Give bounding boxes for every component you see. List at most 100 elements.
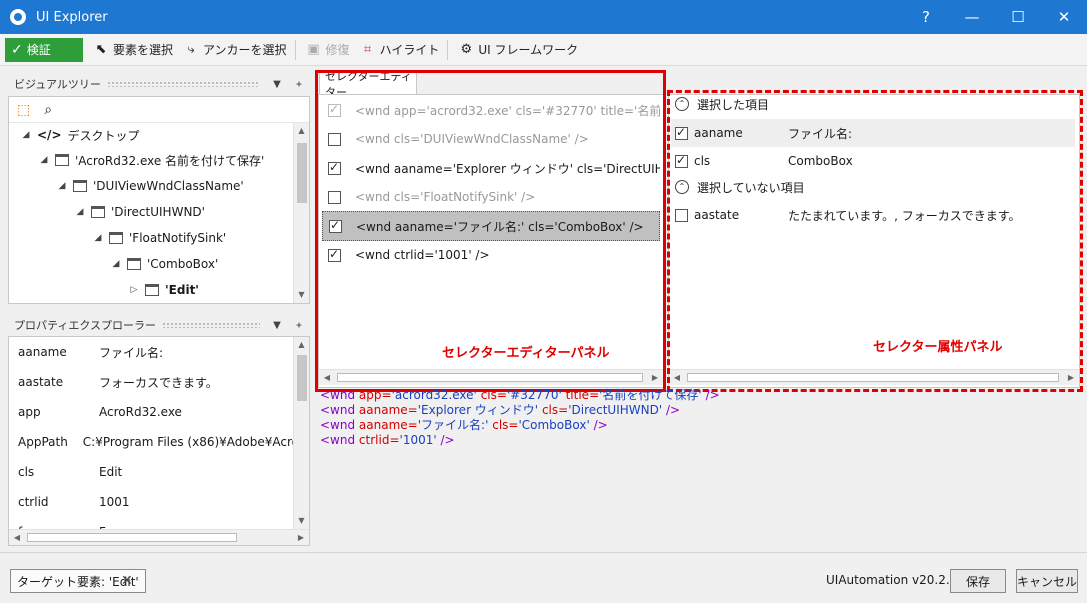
app-logo-icon — [10, 9, 26, 25]
scroll-left-icon[interactable]: ◀ — [9, 530, 25, 545]
drag-grip[interactable] — [162, 322, 260, 328]
preview-tag: <wnd — [320, 433, 356, 447]
preview-tag-end: /> — [593, 418, 608, 432]
collapse-arrow-icon[interactable]: ◢ — [19, 130, 33, 140]
property-row[interactable]: ctrlid 1001 — [9, 487, 299, 517]
collapse-arrow-icon[interactable]: ◢ — [55, 181, 69, 191]
ui-framework-button[interactable]: ⚙ UI フレームワーク — [458, 41, 579, 58]
pin-icon[interactable]: ᚐ — [288, 79, 310, 90]
minimize-button[interactable]: — — [949, 0, 995, 34]
preview-tag: <wnd — [320, 403, 356, 417]
close-button[interactable]: ✕ — [1041, 0, 1087, 34]
property-explorer-header: プロパティエクスプローラー ▼ ᚐ — [8, 315, 310, 335]
preview-tag-end: /> — [705, 388, 720, 402]
collapse-arrow-icon[interactable]: ◢ — [91, 233, 105, 243]
drag-grip[interactable] — [106, 81, 260, 87]
tree-node[interactable]: ◢ </> デスクトップ — [19, 123, 140, 147]
validate-button[interactable]: ✓ 検証 — [5, 37, 83, 62]
property-horizontal-scrollbar[interactable]: ◀ ▶ — [9, 529, 309, 545]
toolbar: ✓ 検証 ⬉ 要素を選択 ⤷ アンカーを選択 ▣ 修復 ⌗ ハイライト ⚙ UI… — [0, 34, 1087, 66]
scroll-thumb[interactable] — [297, 143, 307, 203]
visual-tree-tools: ⬚ ⌕ — [9, 97, 309, 123]
preview-tag-end: /> — [440, 433, 455, 447]
select-anchor-label: アンカーを選択 — [203, 43, 287, 57]
selector-preview[interactable]: <wnd app='acrord32.exe' cls='#32770' tit… — [320, 388, 1080, 448]
validate-label: 検証 — [26, 43, 51, 57]
tree-node[interactable]: ◢ 'FloatNotifySink' — [91, 226, 227, 250]
property-value: フォーカスできます。 — [99, 375, 218, 390]
tree-node-label: 'FloatNotifySink' — [129, 231, 227, 245]
preview-attr-name: title — [565, 388, 590, 402]
help-button[interactable]: ? — [903, 0, 949, 34]
preview-line: <wnd ctrlid='1001' /> — [320, 433, 455, 447]
target-refresh-icon[interactable]: ⬚ — [17, 102, 30, 118]
preview-attr-value: '#32770' — [506, 388, 562, 402]
tree-node[interactable]: ◢ 'DirectUIHWND' — [73, 200, 205, 224]
close-icon[interactable]: ✕ — [121, 573, 133, 589]
select-element-button[interactable]: ⬉ 要素を選択 — [93, 41, 173, 58]
scroll-down-icon[interactable]: ▼ — [294, 513, 309, 529]
save-button[interactable]: 保存 — [950, 569, 1006, 593]
window-icon — [91, 206, 105, 218]
highlight-label: ハイライト — [379, 43, 440, 57]
window-icon — [109, 232, 123, 244]
property-row[interactable]: aaname ファイル名: — [9, 337, 299, 367]
property-value: AcroRd32.exe — [99, 405, 182, 419]
select-anchor-button[interactable]: ⤷ アンカーを選択 — [183, 41, 287, 58]
selector-editor-highlight-box — [315, 70, 666, 392]
property-row[interactable]: AppPath C:¥Program Files (x86)¥Adobe¥Acro — [9, 427, 299, 457]
preview-tag-end: /> — [666, 403, 681, 417]
repair-button[interactable]: ▣ 修復 — [306, 41, 349, 58]
cancel-button[interactable]: キャンセル — [1016, 569, 1078, 593]
scroll-right-icon[interactable]: ▶ — [293, 530, 309, 545]
scroll-thumb[interactable] — [27, 533, 237, 542]
tree-node-label: デスクトップ — [67, 128, 140, 143]
repair-icon: ▣ — [307, 41, 320, 57]
preview-tag: <wnd — [320, 418, 356, 432]
pin-icon[interactable]: ᚐ — [288, 320, 310, 331]
property-row[interactable]: app AcroRd32.exe — [9, 397, 299, 427]
property-key: aaname — [18, 345, 67, 359]
gear-icon: ⚙ — [460, 41, 473, 57]
version-label: UIAutomation v20.2.0 — [826, 573, 958, 587]
property-vertical-scrollbar[interactable]: ▲ ▼ — [293, 337, 309, 529]
property-row[interactable]: cls Edit — [9, 457, 299, 487]
window-icon — [145, 284, 159, 296]
property-key: aastate — [18, 375, 64, 389]
preview-attr-value: 'ファイル名:' — [417, 418, 489, 432]
highlight-icon: ⌗ — [363, 41, 372, 57]
tree-node[interactable]: ◢ 'ComboBox' — [109, 252, 219, 276]
visual-tree-panel: ⬚ ⌕ ◢ </> デスクトップ ◢ 'AcroRd32.exe 名前を付けて保存' ◢ '… — [8, 96, 310, 304]
anchor-icon: ⤷ — [187, 41, 195, 57]
expand-icon[interactable]: ▷ — [127, 285, 141, 295]
checkmark-icon: ✓ — [11, 41, 23, 58]
property-explorer-panel: aaname ファイル名: aastate フォーカスできます。 app AcroRd32… — [8, 336, 310, 546]
tree-node[interactable]: ◢ 'AcroRd32.exe 名前を付けて保存' — [37, 148, 265, 172]
scroll-thumb[interactable] — [297, 355, 307, 401]
dropdown-icon[interactable]: ▼ — [266, 320, 288, 331]
tree-node[interactable]: ▷ 'Edit' — [127, 278, 199, 302]
collapse-arrow-icon[interactable]: ◢ — [73, 207, 87, 217]
cursor-select-icon: ⬉ — [95, 41, 107, 57]
property-value: ファイル名: — [99, 345, 164, 360]
search-icon[interactable]: ⌕ — [44, 102, 52, 118]
visual-tree-header: ビジュアルツリー ▼ ᚐ — [8, 74, 310, 94]
dropdown-icon[interactable]: ▼ — [266, 79, 288, 90]
tree-node[interactable]: ◢ 'DUIViewWndClassName' — [55, 174, 244, 198]
preview-tag: <wnd — [320, 388, 356, 402]
scroll-up-icon[interactable]: ▲ — [294, 337, 309, 353]
preview-line: <wnd aaname='ファイル名:' cls='ComboBox' /> — [320, 418, 608, 432]
ui-framework-label: UI フレームワーク — [478, 43, 579, 57]
collapse-arrow-icon[interactable]: ◢ — [109, 259, 123, 269]
scroll-down-icon[interactable]: ▼ — [294, 287, 309, 303]
scroll-up-icon[interactable]: ▲ — [294, 123, 309, 139]
visual-tree-title: ビジュアルツリー — [14, 78, 101, 91]
selector-attributes-highlight-box — [667, 90, 1083, 392]
collapse-arrow-icon[interactable]: ◢ — [37, 155, 51, 165]
tree-vertical-scrollbar[interactable]: ▲ ▼ — [293, 123, 309, 303]
property-row[interactable]: aastate フォーカスできます。 — [9, 367, 299, 397]
maximize-button[interactable]: ☐ — [995, 0, 1041, 34]
preview-attr-name: cls — [480, 388, 497, 402]
window-title: UI Explorer — [36, 9, 108, 25]
highlight-button[interactable]: ⌗ ハイライト — [360, 41, 440, 58]
